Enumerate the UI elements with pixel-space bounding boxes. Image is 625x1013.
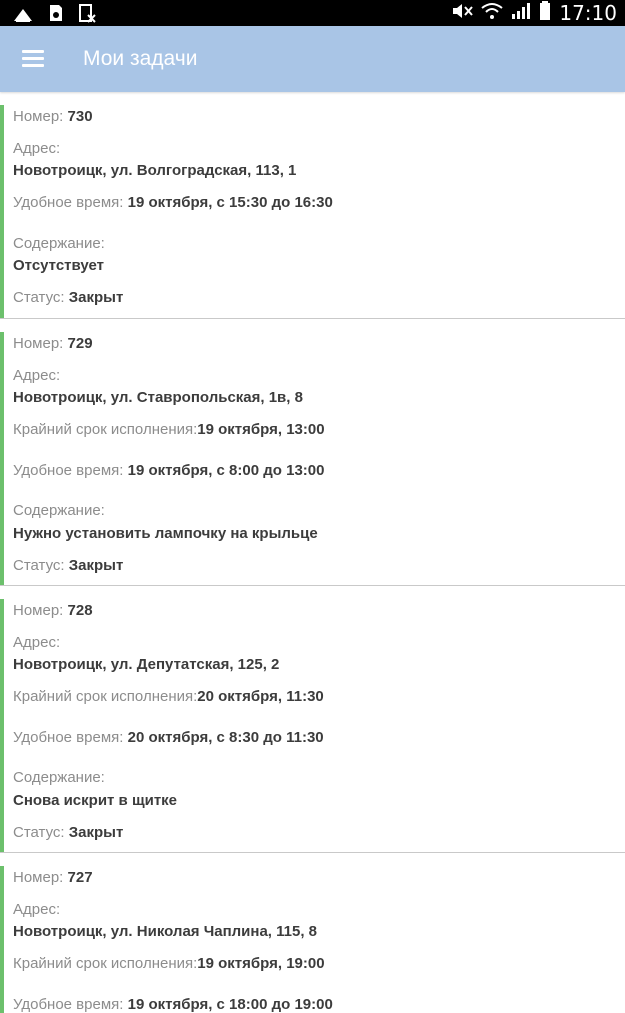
task-status: Статус: Закрыт [13,557,123,574]
address-value: Новотроицк, ул. Николая Чаплина, 115, 8 [13,923,318,940]
task-status: Статус: Закрыт [13,289,123,306]
deadline: Крайний срок исполнения:19 октября, 19:0… [13,955,325,972]
battery-icon [539,0,551,26]
content-value: Отсутствует [13,257,105,274]
deadline-value: 19 октября, 13:00 [197,421,325,438]
wifi-icon [481,2,503,25]
deadline-value: 19 октября, 19:00 [197,955,325,972]
task-number: Номер: 729 [13,335,93,352]
content-label: Содержание: [13,502,105,519]
task-card[interactable]: Номер: 727 Адрес: Новотроицк, ул. Никола… [0,853,625,1013]
convenient-time-label: Удобное время: [13,194,124,211]
task-number-label: Номер: [13,602,64,619]
convenient-time: Удобное время: 19 октября, с 15:30 до 16… [13,194,333,211]
address-value: Новотроицк, ул. Депутатская, 125, 2 [13,656,280,673]
status-bar: 17:10 [0,0,625,26]
convenient-time: Удобное время: 19 октября, с 8:00 до 13:… [13,462,324,479]
content-value: Снова искрит в щитке [13,792,178,809]
app-bar: Мои задачи [0,26,625,92]
task-number-value: 728 [67,602,93,619]
address-value: Новотроицк, ул. Волгоградская, 113, 1 [13,162,297,179]
address-value: Новотроицк, ул. Ставропольская, 1в, 8 [13,389,303,406]
deadline: Крайний срок исполнения:20 октября, 11:3… [13,688,324,705]
address-label: Адрес: [13,367,61,384]
convenient-time-value: 19 октября, с 15:30 до 16:30 [127,194,333,211]
hamburger-icon[interactable] [22,46,54,72]
deadline-label: Крайний срок исполнения: [13,688,198,705]
task-card[interactable]: Номер: 730 Адрес: Новотроицк, ул. Волгог… [0,92,625,319]
status-label: Статус: [13,557,65,574]
status-value: Закрыт [68,824,124,841]
convenient-time-label: Удобное время: [13,462,124,479]
android-icon [12,3,34,28]
task-card[interactable]: Номер: 729 Адрес: Новотроицк, ул. Ставро… [0,319,625,586]
convenient-time: Удобное время: 20 октября, с 8:30 до 11:… [13,729,324,746]
deadline-label: Крайний срок исполнения: [13,421,198,438]
content-label: Содержание: [13,769,105,786]
task-card[interactable]: Номер: 728 Адрес: Новотроицк, ул. Депута… [0,586,625,853]
convenient-time-value: 19 октября, с 18:00 до 19:00 [127,996,333,1013]
task-number: Номер: 727 [13,869,93,886]
deadline-label: Крайний срок исполнения: [13,955,198,972]
deadline: Крайний срок исполнения:19 октября, 13:0… [13,421,325,438]
status-label: Статус: [13,824,65,841]
address-label: Адрес: [13,901,61,918]
task-list[interactable]: Номер: 730 Адрес: Новотроицк, ул. Волгог… [0,92,625,1013]
task-number-label: Номер: [13,869,64,886]
content-label: Содержание: [13,235,105,252]
task-number: Номер: 728 [13,602,93,619]
task-number-value: 727 [67,869,93,886]
convenient-time-label: Удобное время: [13,996,124,1013]
status-label: Статус: [13,289,65,306]
convenient-time: Удобное время: 19 октября, с 18:00 до 19… [13,996,333,1013]
task-number-value: 730 [67,108,93,125]
convenient-time-value: 20 октября, с 8:30 до 11:30 [127,729,324,746]
task-number-label: Номер: [13,335,64,352]
content-value: Нужно установить лампочку на крыльце [13,525,318,542]
signal-icon [511,2,531,25]
sim-off-icon [78,3,96,28]
sd-card-icon [48,3,64,28]
mute-icon [451,2,474,25]
convenient-time-label: Удобное время: [13,729,124,746]
status-value: Закрыт [68,289,124,306]
page-title: Мои задачи [83,47,198,70]
convenient-time-value: 19 октября, с 8:00 до 13:00 [127,462,325,479]
deadline-value: 20 октября, 11:30 [197,688,324,705]
task-number: Номер: 730 [13,108,93,125]
task-status: Статус: Закрыт [13,824,123,841]
address-label: Адрес: [13,634,61,651]
task-number-value: 729 [67,335,93,352]
address-label: Адрес: [13,140,61,157]
clock: 17:10 [559,1,617,25]
status-value: Закрыт [68,557,124,574]
task-number-label: Номер: [13,108,64,125]
